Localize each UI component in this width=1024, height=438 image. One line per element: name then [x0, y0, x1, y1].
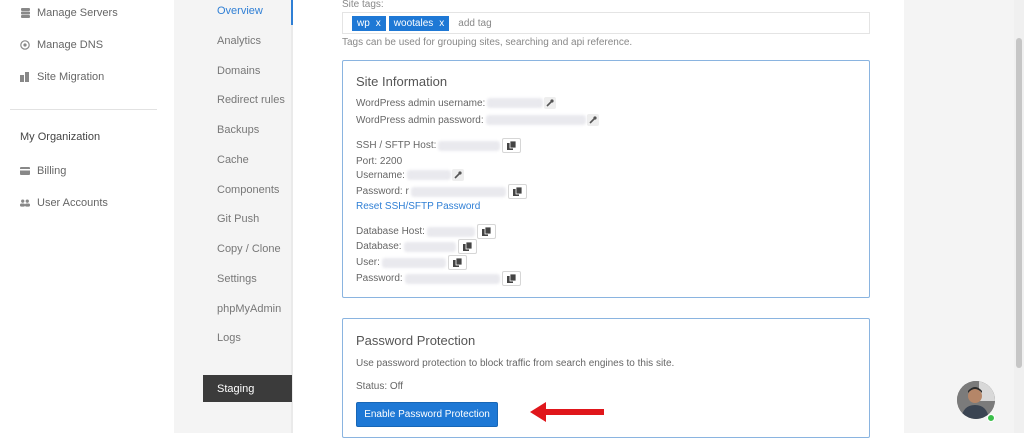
site-tags-input[interactable]: wp x wootales x add tag	[342, 12, 870, 34]
ssh-username-label: Username:	[356, 169, 405, 181]
sidebar-divider	[10, 109, 157, 110]
scrollbar-thumb[interactable]	[1016, 38, 1022, 368]
tab-copy-clone[interactable]: Copy / Clone	[217, 243, 281, 255]
redacted-value	[403, 241, 456, 252]
key-icon[interactable]	[451, 169, 464, 181]
sidebar-item-label: Manage DNS	[37, 39, 104, 51]
tab-analytics[interactable]: Analytics	[217, 35, 261, 47]
tab-phpmyadmin[interactable]: phpMyAdmin	[217, 303, 281, 315]
password-protection-panel: Password Protection Use password protect…	[342, 318, 870, 438]
enable-password-protection-button[interactable]: Enable Password Protection	[356, 402, 498, 427]
db-host-label: Database Host:	[356, 226, 425, 237]
tag-remove-icon[interactable]: x	[439, 18, 444, 29]
ssh-username-row: Username:	[356, 169, 464, 181]
tag-chip-label: wootales	[393, 17, 434, 29]
copy-icon[interactable]	[447, 255, 467, 270]
db-password-label: Password:	[356, 273, 403, 284]
tab-logs[interactable]: Logs	[217, 332, 241, 344]
online-status-dot	[987, 414, 995, 422]
tab-backups[interactable]: Backups	[217, 124, 259, 136]
ssh-host-row: SSH / SFTP Host:	[356, 138, 522, 153]
right-gutter	[904, 0, 1014, 433]
key-icon[interactable]	[544, 97, 557, 109]
redacted-value	[381, 257, 446, 268]
page-scrollbar[interactable]	[1014, 0, 1024, 433]
key-icon[interactable]	[586, 114, 599, 126]
copy-icon[interactable]	[502, 138, 522, 153]
add-tag-placeholder[interactable]: add tag	[458, 18, 491, 29]
tab-overview[interactable]: Overview	[217, 5, 263, 17]
staging-button[interactable]: Staging	[203, 375, 292, 402]
sidebar-item-label: User Accounts	[37, 197, 108, 209]
copy-icon[interactable]	[507, 184, 527, 199]
db-password-row: Password:	[356, 271, 521, 286]
wp-admin-username-row: WordPress admin username:	[356, 97, 557, 109]
org-heading: My Organization	[20, 131, 101, 143]
site-information-title: Site Information	[356, 74, 448, 89]
sidebar-item-label: Manage Servers	[37, 7, 118, 19]
tab-git-push[interactable]: Git Push	[217, 213, 259, 225]
wp-admin-username-label: WordPress admin username:	[356, 97, 486, 109]
redacted-value	[487, 98, 544, 108]
tags-help-text: Tags can be used for grouping sites, sea…	[342, 37, 633, 48]
tag-chip[interactable]: wootales x	[388, 15, 450, 31]
db-name-row: Database:	[356, 239, 477, 254]
wp-admin-password-row: WordPress admin password:	[356, 114, 599, 126]
server-icon	[20, 8, 30, 18]
sidebar-item-user-accounts[interactable]: User Accounts	[20, 197, 108, 209]
tag-chip[interactable]: wp x	[352, 15, 386, 31]
db-user-row: User:	[356, 255, 467, 270]
copy-icon[interactable]	[476, 224, 496, 239]
sidebar-item-label: Billing	[37, 165, 67, 177]
red-arrow-annotation	[530, 402, 604, 422]
copy-icon[interactable]	[501, 271, 521, 286]
tab-components[interactable]: Components	[217, 184, 279, 196]
sidebar-item-label: Site Migration	[37, 71, 105, 83]
tag-chip-label: wp	[357, 17, 370, 29]
tag-remove-icon[interactable]: x	[376, 18, 381, 29]
ssh-password-label: Password: r	[356, 186, 409, 197]
users-icon	[20, 198, 30, 208]
password-protection-title: Password Protection	[356, 333, 476, 348]
site-tags-label: Site tags:	[342, 0, 384, 10]
redacted-value	[438, 140, 501, 151]
redacted-value	[406, 170, 451, 180]
db-host-row: Database Host:	[356, 224, 496, 239]
db-name-label: Database:	[356, 241, 402, 252]
site-information-panel: Site Information WordPress admin usernam…	[342, 60, 870, 298]
ssh-password-row: Password: r	[356, 184, 527, 199]
globe-icon	[20, 40, 30, 50]
redacted-value	[426, 226, 475, 237]
tab-domains[interactable]: Domains	[217, 65, 260, 77]
sidebar-item-site-migration[interactable]: Site Migration	[20, 71, 104, 83]
tab-cache[interactable]: Cache	[217, 154, 249, 166]
billing-icon	[20, 166, 30, 176]
tab-redirect-rules[interactable]: Redirect rules	[217, 94, 285, 106]
redacted-value	[485, 115, 586, 125]
wp-admin-password-label: WordPress admin password:	[356, 114, 484, 126]
redacted-value	[404, 273, 500, 284]
sidebar-item-manage-dns[interactable]: Manage DNS	[20, 39, 103, 51]
redacted-value	[410, 186, 506, 197]
main-sidebar: Manage Servers Manage DNS Site Migration…	[0, 0, 174, 433]
port-text: Port: 2200	[356, 156, 403, 167]
copy-icon[interactable]	[457, 239, 477, 254]
sidebar-item-billing[interactable]: Billing	[20, 165, 66, 177]
ssh-host-label: SSH / SFTP Host:	[356, 140, 437, 151]
db-user-label: User:	[356, 257, 380, 268]
password-protection-description: Use password protection to block traffic…	[356, 358, 675, 369]
tab-settings[interactable]: Settings	[217, 273, 257, 285]
password-protection-status: Status: Off	[356, 381, 404, 392]
sidebar-item-manage-servers[interactable]: Manage Servers	[20, 7, 118, 19]
migration-icon	[20, 72, 30, 82]
reset-ssh-password-link[interactable]: Reset SSH/SFTP Password	[356, 201, 480, 212]
